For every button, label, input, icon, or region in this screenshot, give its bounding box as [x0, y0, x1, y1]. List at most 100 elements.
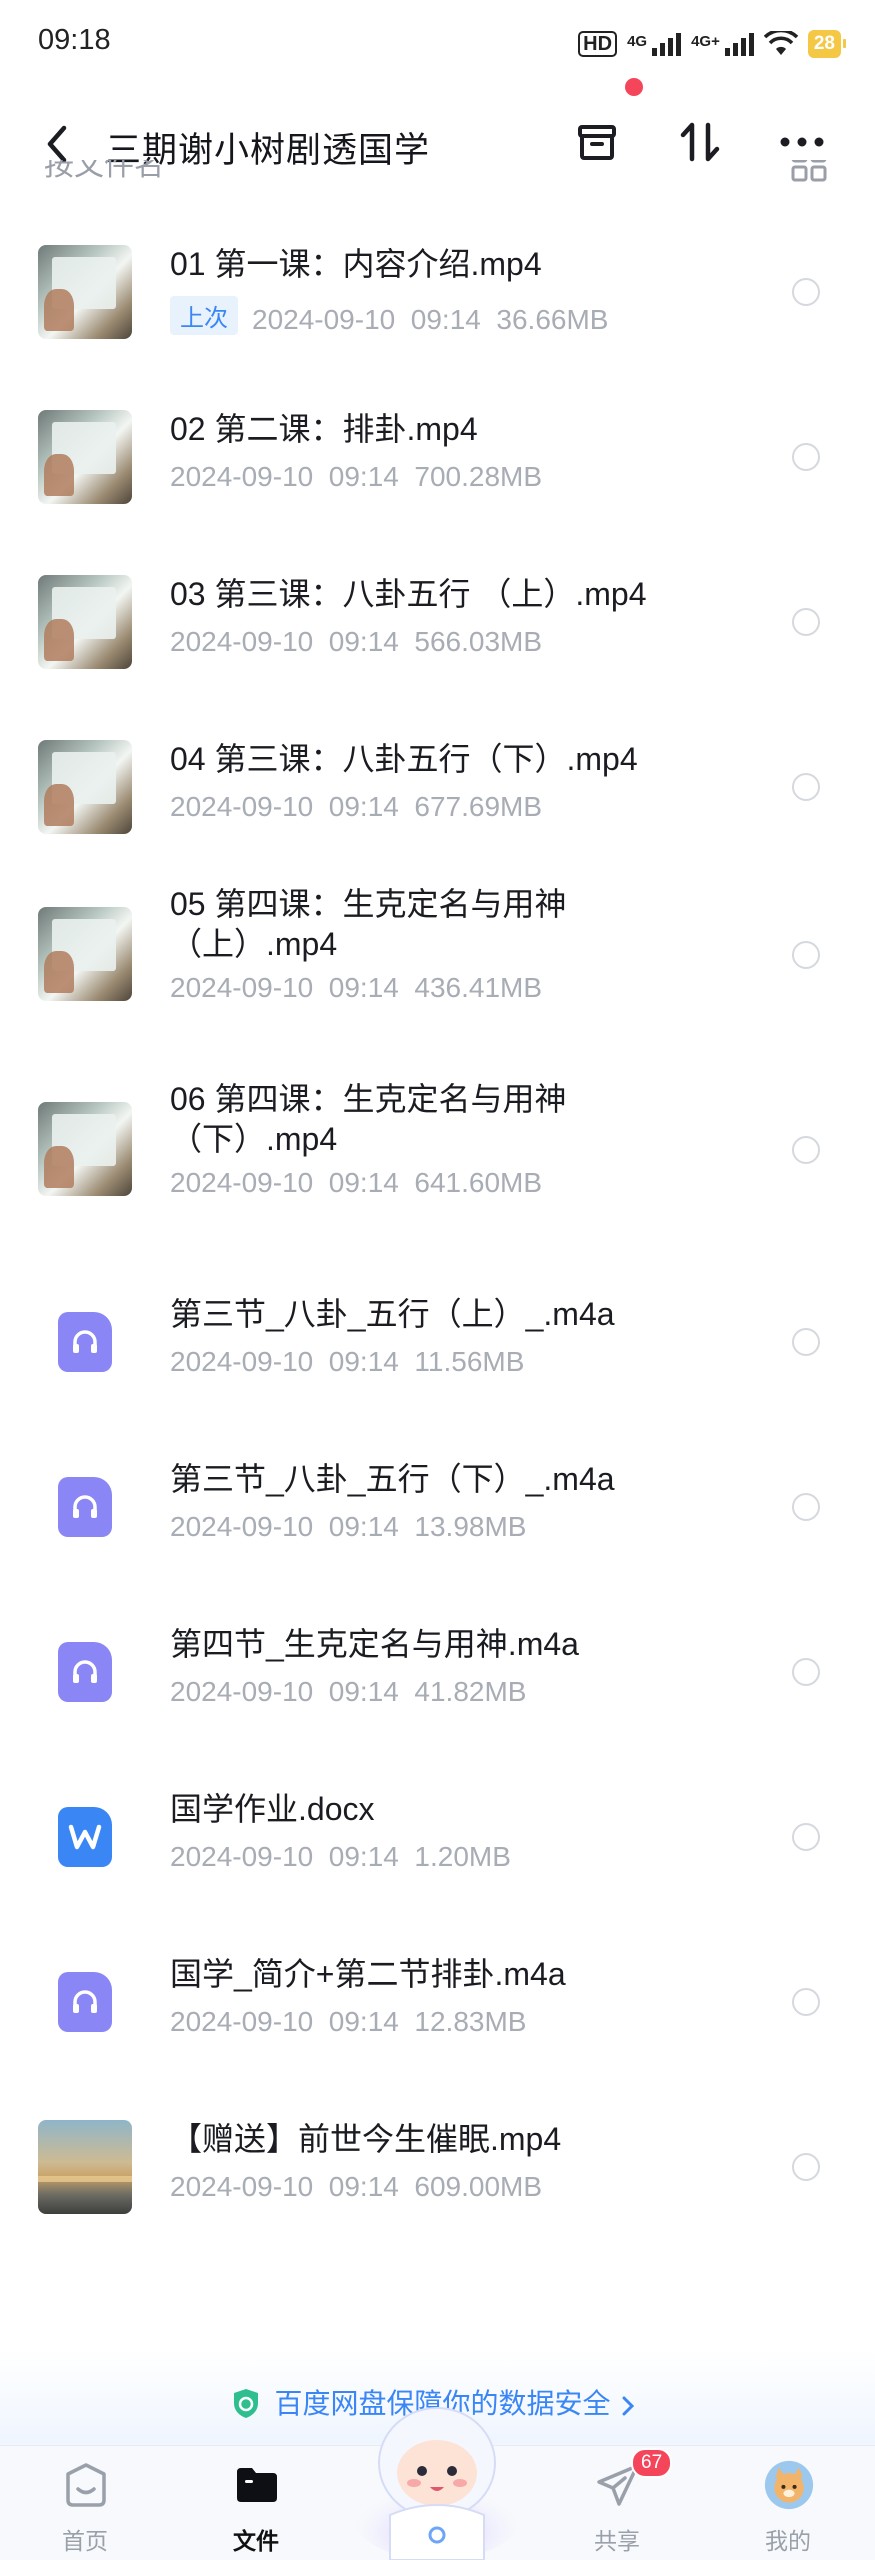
file-meta: 2024-09-10 09:14 641.60MB [170, 1167, 542, 1199]
select-radio[interactable] [792, 773, 820, 801]
network-label-1: 4G [627, 32, 648, 50]
file-date-size: 2024-09-10 09:14 41.82MB [170, 1676, 527, 1707]
file-meta: 2024-09-10 09:14 566.03MB [170, 626, 542, 658]
video-thumbnail [38, 1102, 132, 1196]
video-thumbnail [38, 410, 132, 504]
file-row[interactable]: 第四节_生克定名与用神.m4a 2024-09-10 09:14 41.82MB [0, 1580, 875, 1740]
audio-file-icon [58, 1312, 112, 1372]
file-name: 02 第二课：排卦.mp4 [170, 411, 478, 447]
sort-by-name-label[interactable]: 按文件名 [44, 160, 164, 184]
video-thumbnail [38, 740, 132, 834]
mascot-icon [352, 2407, 522, 2560]
file-row[interactable]: 【赠送】前世今生催眠.mp4 2024-09-10 09:14 609.00MB [0, 2075, 875, 2235]
home-icon [66, 2463, 106, 2507]
select-radio[interactable] [792, 1823, 820, 1851]
file-row[interactable]: 05 第四课：生克定名与用神 （上）.mp4 2024-09-10 09:14 43… [0, 860, 875, 1050]
file-date-size: 2024-09-10 09:14 13.98MB [170, 1511, 527, 1542]
share-badge: 67 [631, 2448, 673, 2478]
select-radio[interactable] [792, 1493, 820, 1521]
signal-icon-1: 4G [627, 32, 682, 56]
file-row[interactable]: 国学作业.docx 2024-09-10 09:14 1.20MB [0, 1745, 875, 1905]
file-row[interactable]: 02 第二课：排卦.mp4 2024-09-10 09:14 700.28MB [0, 365, 875, 525]
file-date-size: 2024-09-10 09:14 677.69MB [170, 791, 543, 822]
tab-share[interactable]: 67 共享 [557, 2446, 677, 2560]
file-date-size: 2024-09-10 09:14 700.28MB [170, 461, 543, 492]
file-meta: 2024-09-10 09:14 13.98MB [170, 1511, 526, 1543]
file-row[interactable]: 04 第三课：八卦五行（下）.mp4 2024-09-10 09:14 677.6… [0, 695, 875, 855]
status-time: 09:18 [38, 24, 111, 56]
file-name: 国学作业.docx [170, 1791, 375, 1827]
avatar-icon [764, 2460, 814, 2510]
file-date-size: 2024-09-10 09:14 36.66MB [252, 304, 609, 335]
status-bar: 09:18 HD 4G 4G+ 28 [0, 0, 875, 90]
file-row[interactable]: 01 第一课：内容介绍.mp4 上次 2024-09-10 09:14 36.66M… [0, 200, 875, 360]
file-name: 04 第三课：八卦五行（下）.mp4 [170, 741, 638, 777]
select-radio[interactable] [792, 1328, 820, 1356]
select-radio[interactable] [792, 2153, 820, 2181]
file-meta: 2024-09-10 09:14 436.41MB [170, 972, 542, 1004]
file-name: 05 第四课：生克定名与用神 （上）.mp4 [170, 886, 567, 962]
chevron-right-icon [622, 2396, 635, 2416]
file-date-size: 2024-09-10 09:14 436.41MB [170, 972, 543, 1003]
mascot-assistant-button[interactable] [350, 2395, 525, 2560]
file-meta: 2024-09-10 09:14 609.00MB [170, 2171, 542, 2203]
video-thumbnail [38, 245, 132, 339]
file-row[interactable]: 第三节_八卦_五行（下）_.m4a 2024-09-10 09:14 13.98M… [0, 1415, 875, 1575]
file-row[interactable]: 国学_简介+第二节排卦.m4a 2024-09-10 09:14 12.83MB [0, 1910, 875, 2070]
last-played-tag: 上次 [170, 296, 238, 335]
file-meta: 2024-09-10 09:14 1.20MB [170, 1841, 511, 1873]
tab-home-label: 首页 [62, 2528, 108, 2554]
word-document-icon [58, 1807, 112, 1867]
file-name: 第三节_八卦_五行（下）_.m4a [170, 1461, 615, 1497]
file-name: 第三节_八卦_五行（上）_.m4a [170, 1296, 615, 1332]
select-radio[interactable] [792, 278, 820, 306]
file-date-size: 2024-09-10 09:14 566.03MB [170, 626, 543, 657]
file-name: 01 第一课：内容介绍.mp4 [170, 246, 542, 282]
status-icons: HD 4G 4G+ 28 [578, 24, 847, 64]
select-radio[interactable] [792, 608, 820, 636]
network-label-2: 4G+ [691, 32, 720, 50]
select-radio[interactable] [792, 1136, 820, 1164]
file-row[interactable]: 06 第四课：生克定名与用神 （下）.mp4 2024-09-10 09:14 64… [0, 1055, 875, 1245]
video-thumbnail [38, 2120, 132, 2214]
file-date-size: 2024-09-10 09:14 12.83MB [170, 2006, 527, 2037]
tab-files[interactable]: 文件 [196, 2446, 316, 2560]
tab-mine-label: 我的 [765, 2528, 811, 2554]
sort-subheader: 按文件名 [0, 160, 875, 200]
file-date-size: 2024-09-10 09:14 641.60MB [170, 1167, 543, 1198]
file-date-size: 2024-09-10 09:14 1.20MB [170, 1841, 511, 1872]
select-radio[interactable] [792, 443, 820, 471]
video-thumbnail [38, 907, 132, 1001]
file-meta: 2024-09-10 09:14 41.82MB [170, 1676, 526, 1708]
select-radio[interactable] [792, 941, 820, 969]
file-name: 03 第三课：八卦五行 （上）.mp4 [170, 576, 647, 612]
notification-dot [625, 78, 643, 96]
hd-icon: HD [578, 31, 618, 57]
file-date-size: 2024-09-10 09:14 11.56MB [170, 1346, 525, 1377]
file-meta: 2024-09-10 09:14 11.56MB [170, 1346, 524, 1378]
signal-icon-2: 4G+ [691, 32, 754, 56]
tab-share-label: 共享 [594, 2528, 640, 2554]
file-meta: 2024-09-10 09:14 677.69MB [170, 791, 542, 823]
file-name: 第四节_生克定名与用神.m4a [170, 1626, 579, 1662]
file-name: 国学_简介+第二节排卦.m4a [170, 1956, 566, 1992]
file-date-size: 2024-09-10 09:14 609.00MB [170, 2171, 543, 2202]
folder-icon [237, 2468, 277, 2502]
tab-home[interactable]: 首页 [25, 2446, 145, 2560]
battery-icon: 28 [807, 30, 847, 58]
tab-mine[interactable]: 我的 [728, 2446, 848, 2560]
audio-file-icon [58, 1972, 112, 2032]
wifi-icon [763, 31, 798, 55]
file-name: 06 第四课：生克定名与用神 （下）.mp4 [170, 1081, 567, 1157]
shield-icon [233, 2389, 258, 2418]
select-radio[interactable] [792, 1658, 820, 1686]
grid-view-icon[interactable] [791, 160, 827, 182]
video-thumbnail [38, 575, 132, 669]
select-radio[interactable] [792, 1988, 820, 2016]
audio-file-icon [58, 1642, 112, 1702]
file-meta: 2024-09-10 09:14 12.83MB [170, 2006, 526, 2038]
file-row[interactable]: 第三节_八卦_五行（上）_.m4a 2024-09-10 09:14 11.56M… [0, 1250, 875, 1410]
file-row[interactable]: 03 第三课：八卦五行 （上）.mp4 2024-09-10 09:14 566.… [0, 530, 875, 690]
file-name: 【赠送】前世今生催眠.mp4 [170, 2121, 562, 2157]
file-meta: 上次 2024-09-10 09:14 36.66MB [170, 296, 608, 336]
